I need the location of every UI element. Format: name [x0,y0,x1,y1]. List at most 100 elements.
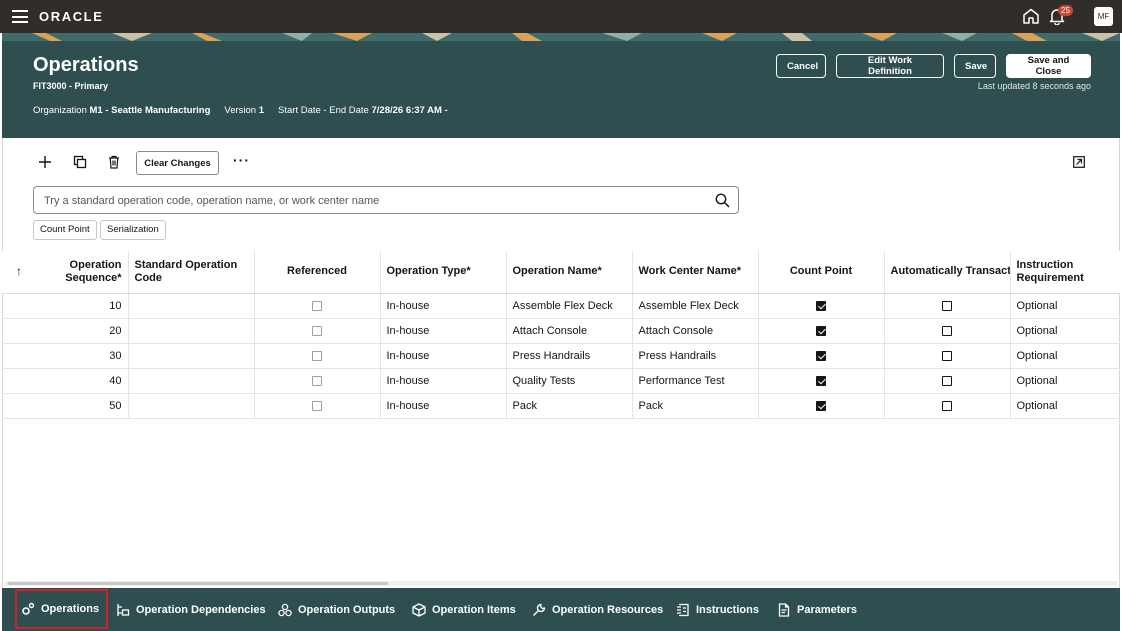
tab-label: Operation Resources [552,603,664,616]
column-header-automatically-transact[interactable]: Automatically Transact [884,251,1011,294]
tab-operation-resources[interactable]: Operation Resources [532,588,663,631]
table-row[interactable]: 40 In-house Quality Tests Performance Test O… [2,368,1120,394]
oracle-logo[interactable]: ORACLE [39,9,104,24]
cell-standard-operation-code[interactable] [128,318,255,344]
cell-operation-sequence[interactable]: 10 [2,293,129,319]
cell-operation-type[interactable]: In-house [380,293,507,319]
cell-operation-type[interactable]: In-house [380,393,507,419]
table-row[interactable]: 20 In-house Attach Console Attach Console Op… [2,318,1120,344]
filter-chip-count-point[interactable]: Count Point [33,220,97,240]
cell-count-point [758,368,885,394]
outputs-icon [278,603,292,616]
add-icon[interactable] [38,155,52,169]
scrollbar-thumb[interactable] [8,582,388,585]
instructions-icon [677,603,689,616]
cell-standard-operation-code[interactable] [128,393,255,419]
tab-operation-items[interactable]: Operation Items [412,588,516,631]
cell-work-center-name[interactable]: Attach Console [632,318,759,344]
cell-referenced [254,368,381,394]
referenced-checkbox [312,375,322,386]
cell-operation-type[interactable]: In-house [380,318,507,344]
cell-referenced [254,343,381,369]
cell-automatically-transact [884,293,1011,319]
cell-operation-sequence[interactable]: 50 [2,393,129,419]
detach-icon[interactable] [1073,156,1085,168]
cell-standard-operation-code[interactable] [128,343,255,369]
tab-label: Operations [41,603,100,615]
save-button[interactable]: Save [954,54,996,78]
sort-ascending-icon[interactable]: ↑ [16,265,22,278]
column-header-referenced[interactable]: Referenced [254,251,381,294]
cell-work-center-name[interactable]: Press Handrails [632,343,759,369]
table-row[interactable]: 30 In-house Press Handrails Press Handrails… [2,343,1120,369]
table-row[interactable]: 10 In-house Assemble Flex Deck Assemble Fle… [2,293,1120,319]
cell-operation-name[interactable]: Pack [506,393,633,419]
search-icon[interactable] [715,193,730,208]
column-header-standard-operation-code[interactable]: Standard Operation Code [128,251,255,294]
cell-operation-sequence[interactable]: 30 [2,343,129,369]
home-icon[interactable] [1022,8,1040,24]
cell-standard-operation-code[interactable] [128,368,255,394]
cell-operation-type[interactable]: In-house [380,343,507,369]
cell-count-point [758,393,885,419]
more-actions-icon[interactable]: ··· [233,153,250,167]
tab-label: Parameters [797,603,857,616]
column-header-operation-type[interactable]: Operation Type* [380,251,507,294]
edit-work-definition-button[interactable]: Edit Work Definition [836,54,944,78]
clear-changes-button[interactable]: Clear Changes [136,151,219,175]
tab-operations[interactable]: Operations [15,589,109,629]
automatically-transact-checkbox[interactable] [942,375,952,386]
user-avatar[interactable]: MF [1094,7,1113,26]
count-point-checkbox[interactable] [816,325,826,336]
duplicate-icon[interactable] [73,155,87,169]
count-point-checkbox[interactable] [816,375,826,386]
cell-referenced [254,393,381,419]
column-header-operation-name[interactable]: Operation Name* [506,251,633,294]
cell-instruction-requirement[interactable]: Optional [1010,293,1120,319]
cell-operation-name[interactable]: Quality Tests [506,368,633,394]
cell-operation-name[interactable]: Attach Console [506,318,633,344]
tab-instructions[interactable]: Instructions [676,588,759,631]
count-point-checkbox[interactable] [816,350,826,361]
cancel-button[interactable]: Cancel [776,54,826,78]
column-header-work-center-name[interactable]: Work Center Name* [632,251,759,294]
automatically-transact-checkbox[interactable] [942,350,952,361]
date-range-info: Start Date - End Date 7/28/26 6:37 AM - [278,105,448,116]
cell-operation-sequence[interactable]: 20 [2,318,129,344]
cell-instruction-requirement[interactable]: Optional [1010,368,1120,394]
cell-operation-sequence[interactable]: 40 [2,368,129,394]
cell-instruction-requirement[interactable]: Optional [1010,393,1120,419]
cell-operation-type[interactable]: In-house [380,368,507,394]
count-point-checkbox[interactable] [816,400,826,411]
cell-instruction-requirement[interactable]: Optional [1010,343,1120,369]
count-point-checkbox[interactable] [816,300,826,311]
horizontal-scrollbar[interactable] [5,581,1117,586]
search-input[interactable] [44,192,694,209]
column-header-operation-sequence[interactable]: ↑ Operation Sequence* [2,251,129,294]
cell-work-center-name[interactable]: Performance Test [632,368,759,394]
automatically-transact-checkbox[interactable] [942,325,952,336]
tab-parameters[interactable]: Parameters [777,588,857,631]
cell-work-center-name[interactable]: Assemble Flex Deck [632,293,759,319]
tab-operation-dependencies[interactable]: Operation Dependencies [116,588,266,631]
cell-count-point [758,318,885,344]
delete-icon[interactable] [107,155,121,169]
cell-work-center-name[interactable]: Pack [632,393,759,419]
column-header-instruction-requirement[interactable]: Instruction Requirement [1010,251,1120,294]
cell-instruction-requirement[interactable]: Optional [1010,318,1120,344]
cell-operation-name[interactable]: Press Handrails [506,343,633,369]
tab-label: Operation Items [432,603,516,616]
organization-info: Organization M1 - Seattle Manufacturing [33,105,211,116]
document-icon [778,602,790,617]
cell-standard-operation-code[interactable] [128,293,255,319]
column-header-count-point[interactable]: Count Point [758,251,885,294]
table-row[interactable]: 50 In-house Pack Pack Optional [2,393,1120,419]
menu-icon[interactable] [12,10,28,23]
save-and-close-button[interactable]: Save and Close [1006,54,1091,78]
automatically-transact-checkbox[interactable] [942,400,952,411]
filter-chip-serialization[interactable]: Serialization [100,220,166,240]
cell-automatically-transact [884,318,1011,344]
automatically-transact-checkbox[interactable] [942,300,952,311]
tab-operation-outputs[interactable]: Operation Outputs [278,588,395,631]
cell-operation-name[interactable]: Assemble Flex Deck [506,293,633,319]
